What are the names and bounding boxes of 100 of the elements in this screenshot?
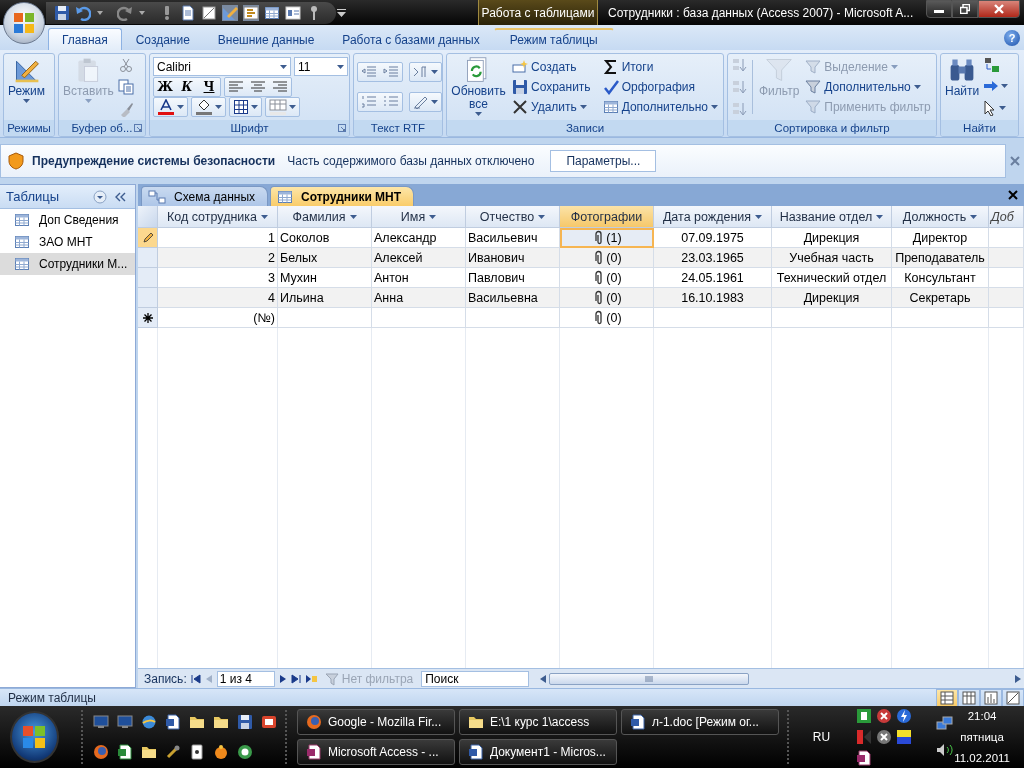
italic-button[interactable]: К xyxy=(176,78,198,96)
folder-icon[interactable] xyxy=(212,714,229,730)
form-icon[interactable] xyxy=(243,4,259,21)
ribbon-button[interactable]: Создать xyxy=(510,57,593,77)
font-size-field[interactable]: 11 xyxy=(294,57,348,76)
ribbon-tab[interactable]: Главная xyxy=(48,28,122,50)
globe-icon[interactable] xyxy=(140,714,157,730)
floppy-icon[interactable] xyxy=(54,4,70,21)
ribbon-button[interactable]: Сохранить xyxy=(510,77,593,97)
search-field[interactable]: Поиск xyxy=(421,670,530,687)
replace-icon[interactable] xyxy=(983,57,1002,73)
word-document-icon[interactable] xyxy=(164,714,181,730)
align-center-icon[interactable] xyxy=(250,80,266,94)
attachment-cell[interactable]: (1) xyxy=(560,228,654,248)
ribbon-button[interactable]: Итоги xyxy=(600,57,720,77)
taskbar-button[interactable]: Google - Mozilla Fir... xyxy=(296,709,455,735)
align-right-icon[interactable] xyxy=(272,80,288,94)
floppy-icon[interactable] xyxy=(236,714,253,730)
restore-button[interactable] xyxy=(952,0,978,18)
highlight-icon[interactable] xyxy=(413,95,429,109)
taskbar-button[interactable]: Документ1 - Micros... xyxy=(458,739,617,765)
underline-button[interactable]: Ч xyxy=(198,78,220,96)
copy-icon[interactable] xyxy=(117,79,134,95)
ribbon-large-button[interactable]: Режим xyxy=(7,56,46,118)
ribbon-button[interactable]: Дополнительно xyxy=(803,77,933,97)
column-header[interactable]: Отчество xyxy=(466,206,560,228)
network-icon[interactable] xyxy=(936,716,955,732)
tool-icon[interactable] xyxy=(164,744,181,760)
document-tab[interactable]: Схема данных xyxy=(141,186,269,206)
dialog-launcher-icon[interactable] xyxy=(338,124,346,132)
taskbar-button[interactable]: E:\1 курс 1\access xyxy=(458,709,617,735)
font-name-field[interactable]: Calibri xyxy=(153,57,291,76)
ribbon-button[interactable]: Орфография xyxy=(600,77,720,97)
attachment-cell[interactable]: (0) xyxy=(560,288,654,308)
ribbon-tab[interactable]: Работа с базами данных xyxy=(328,28,494,50)
ball-icon[interactable] xyxy=(212,744,229,760)
ribbon-button[interactable]: Удалить xyxy=(510,97,593,117)
ribbon-large-button[interactable]: Обновить все xyxy=(450,56,507,118)
align-left-icon[interactable] xyxy=(228,80,244,94)
attachment-cell[interactable]: (0) xyxy=(560,248,654,268)
column-header[interactable]: Должность xyxy=(892,206,989,228)
dialog-launcher-icon[interactable] xyxy=(134,124,142,132)
new-record-icon[interactable] xyxy=(304,673,317,684)
taskbar-button[interactable]: л-1.doc [Режим ог... xyxy=(620,709,779,735)
view-button[interactable] xyxy=(1002,688,1024,707)
bold-button[interactable]: Ж xyxy=(154,78,176,96)
ribbon-large-button[interactable]: Найти xyxy=(944,56,981,118)
language-indicator[interactable]: RU xyxy=(812,730,831,744)
taskbar-button[interactable]: Microsoft Access - ... xyxy=(296,739,455,765)
ribbon-tab[interactable]: Создание xyxy=(121,28,204,50)
office-button[interactable] xyxy=(3,2,45,44)
column-header[interactable]: Доб xyxy=(989,206,1024,228)
navigation-item[interactable]: ЗАО МНТ xyxy=(0,231,135,253)
close-button[interactable] xyxy=(978,0,1020,18)
fill-color-icon[interactable] xyxy=(195,99,213,115)
last-record-icon[interactable] xyxy=(290,673,301,684)
ruler-pencil-icon[interactable] xyxy=(222,4,238,21)
ribbon-button[interactable]: Дополнительно xyxy=(600,97,720,117)
table-icon[interactable] xyxy=(264,4,280,21)
x-circle-icon[interactable] xyxy=(876,729,893,745)
gridlines-icon[interactable] xyxy=(233,99,249,115)
document-tab[interactable]: Сотрудники МНТ xyxy=(270,186,415,206)
row-selector[interactable] xyxy=(138,308,158,328)
ribbon-tab[interactable]: Внешние данные xyxy=(203,28,329,50)
column-header[interactable]: Фотографии xyxy=(560,206,654,228)
scroll-right-icon[interactable] xyxy=(1014,673,1022,684)
redo-icon[interactable] xyxy=(117,4,133,21)
column-header[interactable]: Название отдел xyxy=(772,206,892,228)
attachment-cell[interactable]: (0) xyxy=(560,308,654,328)
paragraph-direction-icon[interactable] xyxy=(413,65,429,79)
lightning-icon[interactable] xyxy=(896,708,913,724)
font-color-icon[interactable] xyxy=(157,99,175,115)
record-position-field[interactable]: 1 из 4 xyxy=(216,670,275,687)
monitor-icon[interactable] xyxy=(116,714,133,730)
volume-icon[interactable] xyxy=(936,742,955,758)
playing-card-icon[interactable] xyxy=(188,744,205,760)
arrow-right-icon[interactable] xyxy=(983,80,1000,92)
minimize-button[interactable] xyxy=(926,0,952,18)
view-button[interactable] xyxy=(936,688,958,707)
spreadsheet-icon[interactable] xyxy=(116,744,133,760)
document-icon[interactable] xyxy=(180,4,196,21)
navigation-item[interactable]: Сотрудники М... xyxy=(0,253,135,275)
folder-icon[interactable] xyxy=(188,714,205,730)
start-button[interactable] xyxy=(10,711,59,763)
close-icon[interactable] xyxy=(1008,190,1018,200)
view-button[interactable] xyxy=(958,688,980,707)
next-record-icon[interactable] xyxy=(278,673,287,684)
undo-icon[interactable] xyxy=(75,4,91,21)
navigation-item[interactable]: Доп Сведения xyxy=(0,209,135,231)
form-view-icon[interactable] xyxy=(285,4,301,21)
customize-icon[interactable] xyxy=(337,8,346,17)
options-button[interactable]: Параметры... xyxy=(550,150,657,172)
column-header[interactable]: Фамилия xyxy=(278,206,372,228)
view-button[interactable] xyxy=(980,688,1002,707)
column-header[interactable]: Код сотрудника xyxy=(158,206,278,228)
dropdown-circle-icon[interactable] xyxy=(93,189,107,204)
folder-icon[interactable] xyxy=(140,744,157,760)
column-header[interactable]: Дата рождения xyxy=(654,206,772,228)
first-record-icon[interactable] xyxy=(190,673,201,684)
column-header[interactable]: Имя xyxy=(372,206,466,228)
